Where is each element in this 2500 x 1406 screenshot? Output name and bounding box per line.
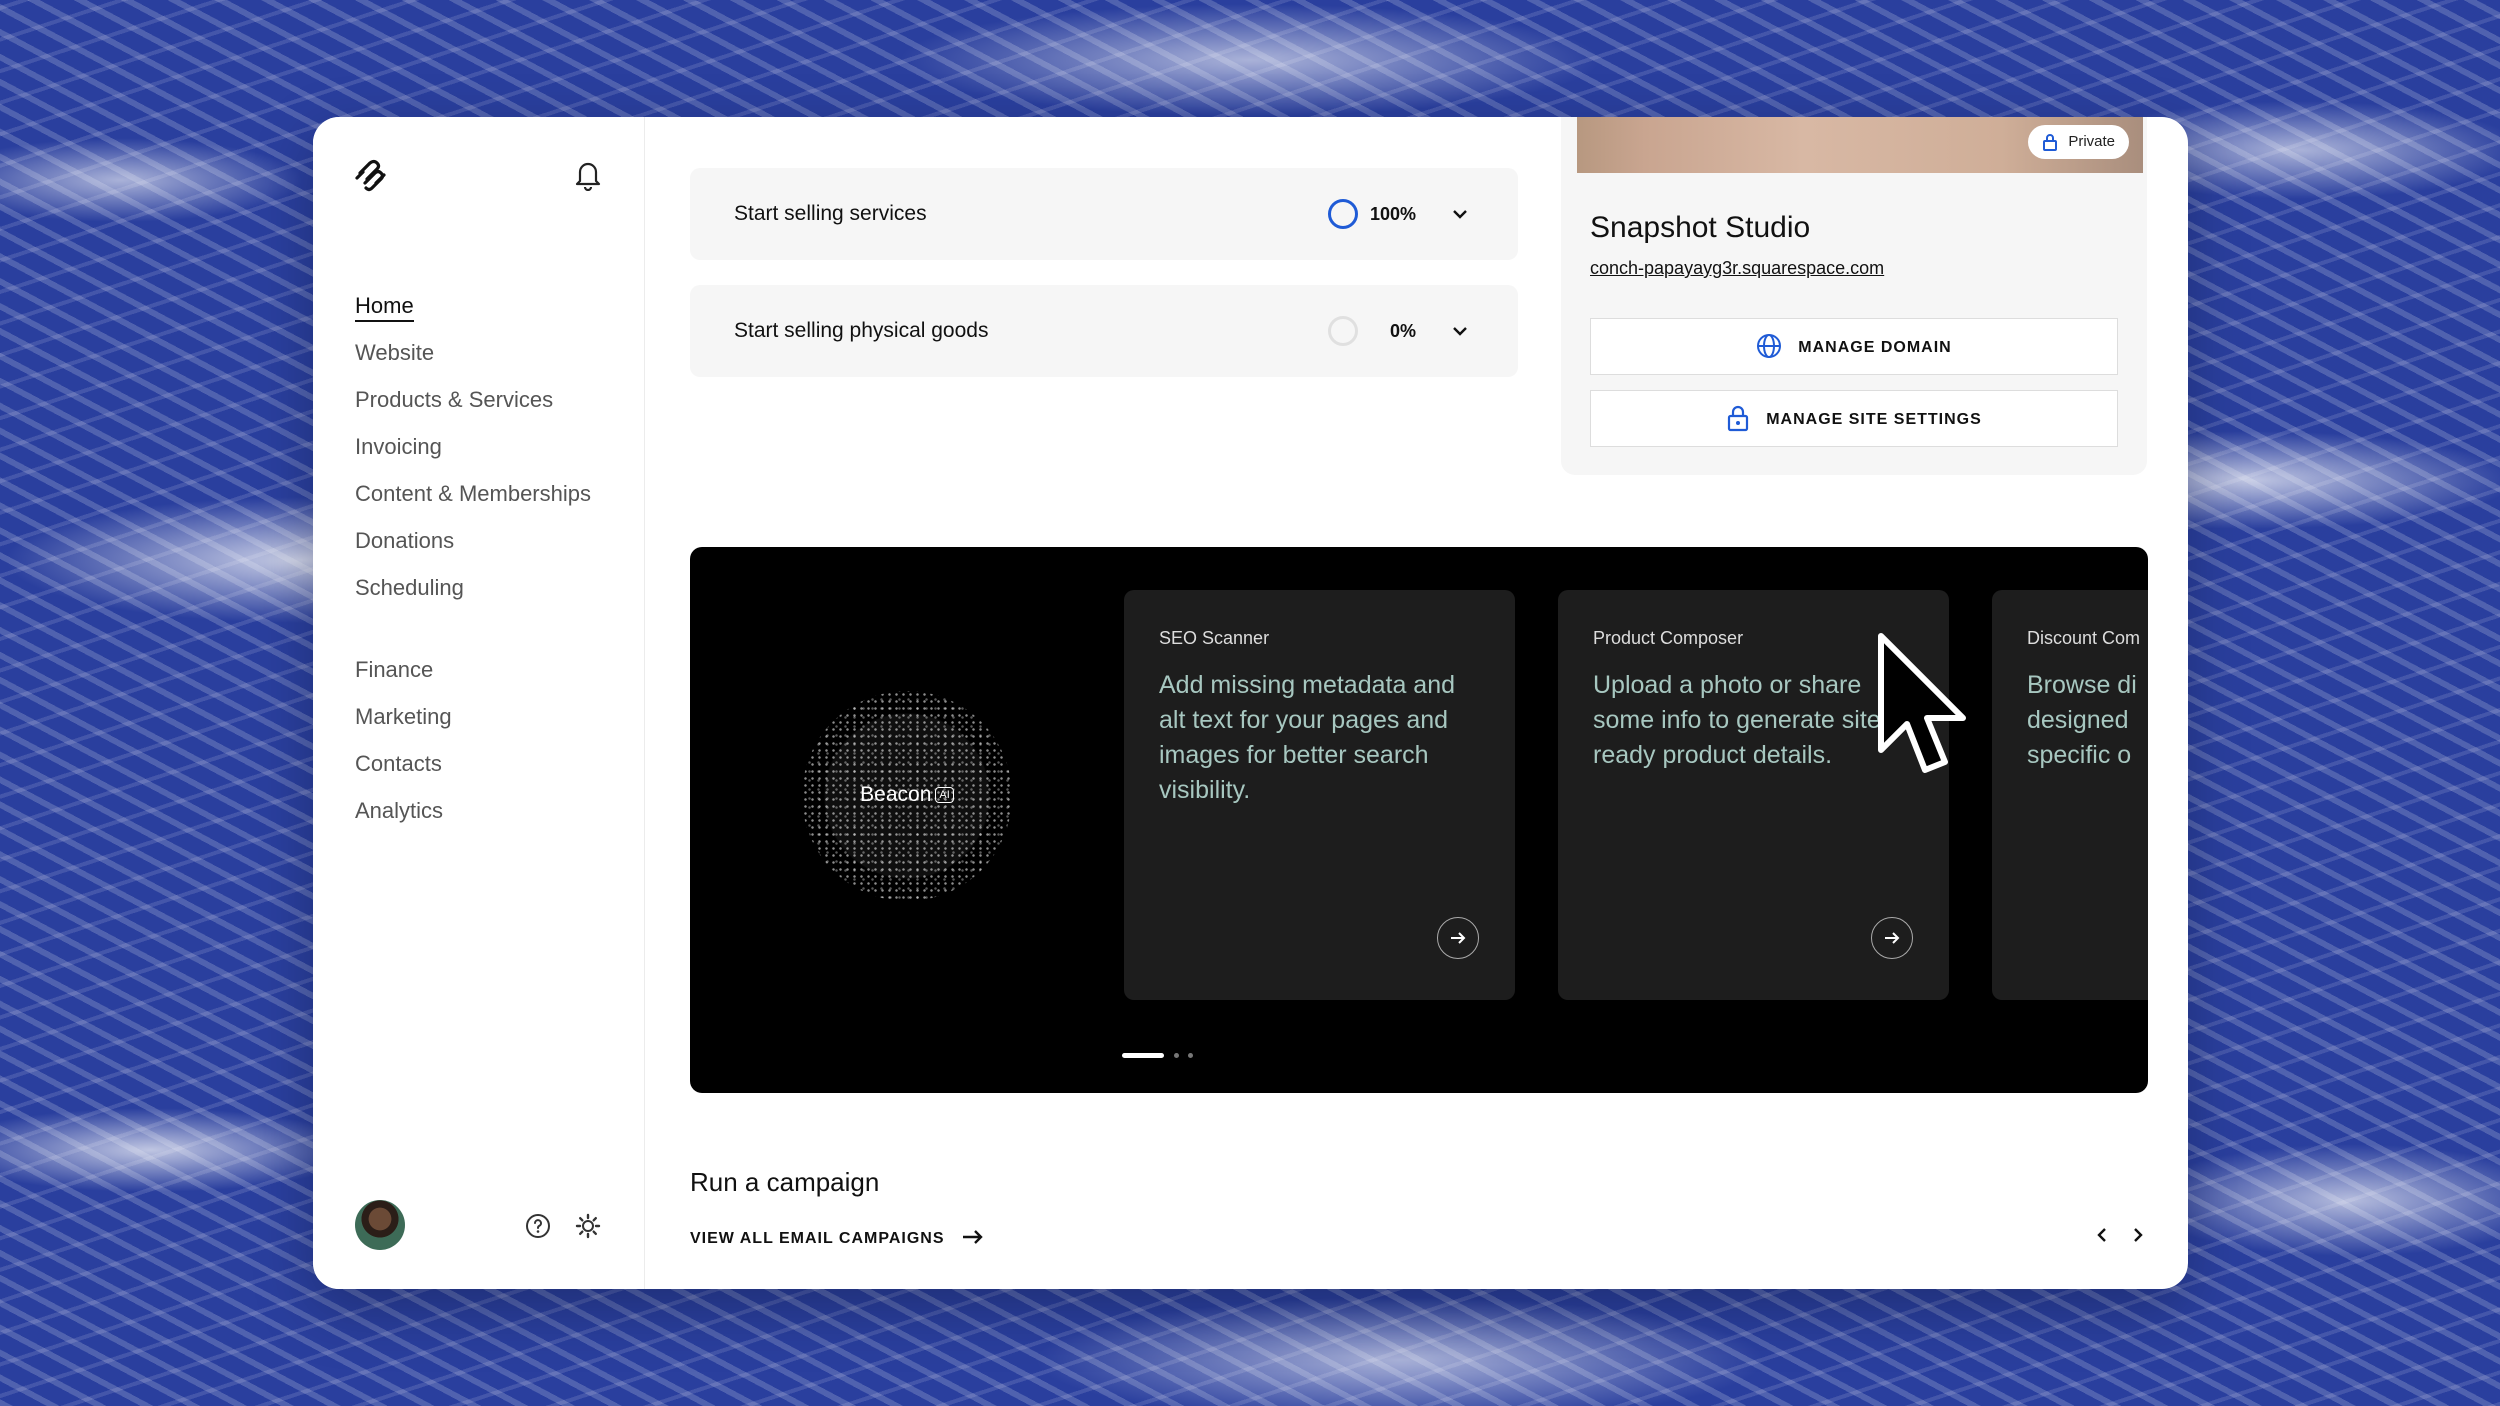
settings-gear-icon[interactable]	[575, 1213, 601, 1239]
manage-domain-button[interactable]: MANAGE DOMAIN	[1590, 318, 2118, 375]
sidebar-item-home[interactable]: Home	[355, 282, 591, 329]
ai-card-description: Browse di designed specific o	[2027, 671, 2137, 769]
sidebar: Home Website Products & Services Invoici…	[313, 117, 645, 1289]
campaign-prev-icon[interactable]	[2092, 1225, 2112, 1245]
user-avatar[interactable]	[355, 1200, 405, 1250]
lock-icon	[2043, 134, 2058, 151]
beacon-ai-brand: Beacon AI	[802, 783, 1012, 807]
task-label: Start selling services	[734, 202, 927, 225]
arrow-right-icon	[1885, 932, 1900, 944]
task-label: Start selling physical goods	[734, 319, 989, 342]
progress-ring-empty	[1328, 316, 1358, 346]
carousel-dot[interactable]	[1188, 1053, 1193, 1058]
sidebar-item-finance[interactable]: Finance	[355, 646, 591, 693]
progress-ring-full	[1328, 199, 1358, 229]
sidebar-nav: Home Website Products & Services Invoici…	[355, 282, 591, 834]
carousel-dot[interactable]	[1174, 1053, 1179, 1058]
view-all-email-campaigns-link[interactable]: VIEW ALL EMAIL CAMPAIGNS	[690, 1229, 985, 1249]
campaign-link-label: VIEW ALL EMAIL CAMPAIGNS	[690, 1230, 945, 1248]
ai-card-open-button[interactable]	[1437, 917, 1479, 959]
globe-icon	[1757, 333, 1782, 358]
task-percent: 0%	[1389, 321, 1416, 341]
site-url-link[interactable]: conch-papayayg3r.squarespace.com	[1590, 258, 1884, 279]
ai-card-discount-composer[interactable]: Discount Com Browse di designed specific…	[1992, 590, 2148, 1000]
sidebar-item-contacts[interactable]: Contacts	[355, 740, 591, 787]
sidebar-item-marketing[interactable]: Marketing	[355, 693, 591, 740]
chevron-down-icon[interactable]	[1450, 204, 1470, 224]
ai-card-kicker: Discount Com	[2027, 628, 2141, 648]
ai-card-description: Add missing metadata and alt text for yo…	[1159, 671, 1456, 804]
site-title: Snapshot Studio	[1590, 211, 1811, 244]
sidebar-item-content-memberships[interactable]: Content & Memberships	[355, 470, 591, 517]
sidebar-item-website[interactable]: Website	[355, 329, 591, 376]
ai-tag: AI	[935, 787, 954, 803]
ai-card-open-button[interactable]	[1871, 917, 1913, 959]
beacon-ai-orb: Beacon AI	[802, 691, 1012, 901]
ai-card-kicker: SEO Scanner	[1159, 628, 1270, 648]
section-title-campaign: Run a campaign	[690, 1167, 880, 1197]
task-selling-services[interactable]: Start selling services 100%	[690, 168, 1518, 260]
site-card: Private Snapshot Studio conch-papayayg3r…	[1561, 117, 2147, 475]
sidebar-item-donations[interactable]: Donations	[355, 517, 591, 564]
private-badge-label: Private	[2068, 133, 2115, 150]
manage-site-settings-button[interactable]: MANAGE SITE SETTINGS	[1590, 390, 2118, 447]
ai-card-description: Upload a photo or share some info to gen…	[1593, 671, 1889, 769]
sidebar-item-invoicing[interactable]: Invoicing	[355, 423, 591, 470]
sidebar-item-scheduling[interactable]: Scheduling	[355, 564, 591, 611]
task-percent: 100%	[1369, 204, 1416, 224]
nav-divider	[355, 611, 591, 646]
squarespace-logo-icon[interactable]	[354, 159, 388, 193]
private-badge: Private	[2028, 125, 2129, 159]
ai-card-kicker: Product Composer	[1593, 628, 1744, 648]
lock-icon	[1728, 405, 1749, 431]
help-icon[interactable]	[525, 1213, 551, 1239]
mouse-cursor-icon	[1878, 633, 1966, 773]
site-thumbnail[interactable]: Private	[1577, 117, 2143, 173]
campaign-next-icon[interactable]	[2128, 1225, 2148, 1245]
task-selling-physical-goods[interactable]: Start selling physical goods 0%	[690, 285, 1518, 377]
arrow-right-icon	[1451, 932, 1466, 944]
notifications-bell-icon[interactable]	[573, 159, 603, 191]
chevron-down-icon[interactable]	[1450, 321, 1470, 341]
beacon-ai-carousel: Beacon AI SEO Scanner Add missing metadat…	[690, 547, 2148, 1093]
manage-site-settings-label: MANAGE SITE SETTINGS	[1766, 411, 1982, 428]
carousel-dot[interactable]	[1122, 1053, 1164, 1058]
ai-card-seo-scanner[interactable]: SEO Scanner Add missing metadata and alt…	[1124, 590, 1515, 1000]
sidebar-item-products-services[interactable]: Products & Services	[355, 376, 591, 423]
arrow-right-icon	[962, 1230, 983, 1244]
manage-domain-label: MANAGE DOMAIN	[1798, 339, 1952, 356]
sidebar-item-analytics[interactable]: Analytics	[355, 787, 591, 834]
